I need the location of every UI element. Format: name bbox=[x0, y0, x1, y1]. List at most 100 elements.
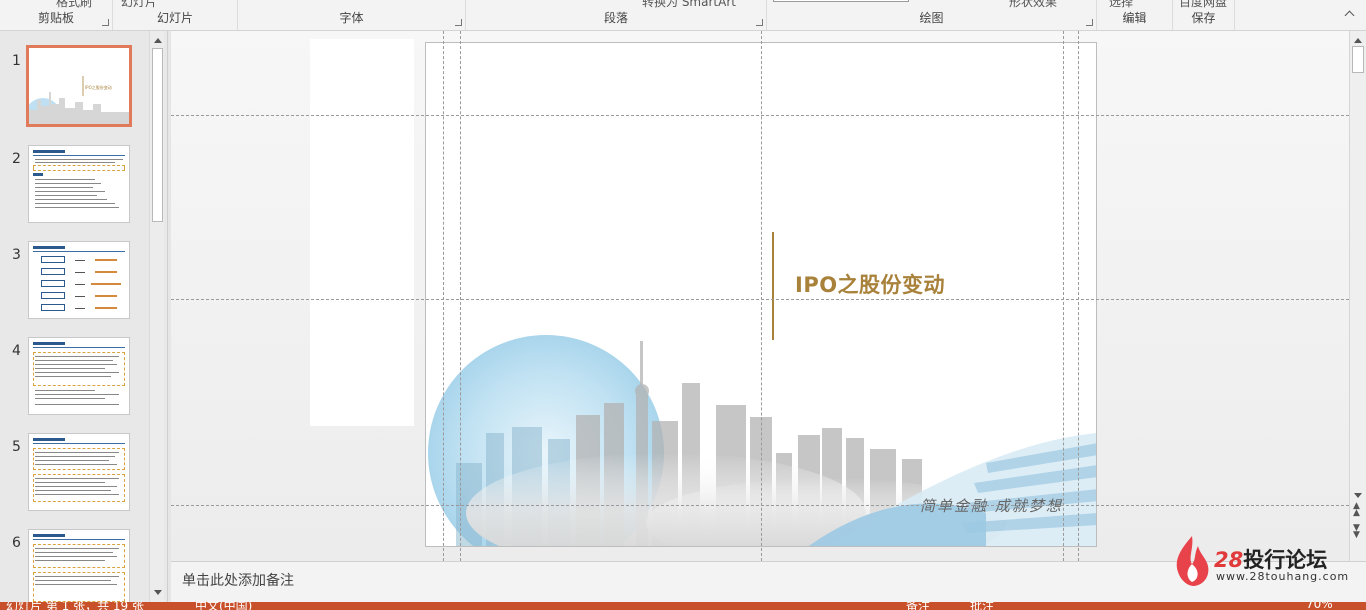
slide-title[interactable]: IPO之股份变动 bbox=[795, 269, 945, 299]
flow-arrow bbox=[75, 272, 85, 273]
flow-label bbox=[95, 259, 117, 261]
ribbon-group-label: 保存 bbox=[1191, 11, 1216, 25]
text-line bbox=[35, 203, 115, 204]
ribbon-group-font: 字体 bbox=[238, 0, 466, 30]
guide-line[interactable] bbox=[443, 31, 444, 561]
guide-line[interactable] bbox=[460, 31, 461, 561]
text-line bbox=[35, 482, 105, 483]
thumbnail-number: 6 bbox=[12, 535, 21, 551]
text-line bbox=[35, 478, 119, 479]
slide-thumbnail-6[interactable] bbox=[28, 529, 130, 607]
thumbnail-number: 2 bbox=[12, 151, 21, 167]
slide-thumbnail-5[interactable] bbox=[28, 433, 130, 511]
thumbnail-rule bbox=[33, 443, 125, 444]
ribbon-group-label: 字体 bbox=[339, 11, 364, 25]
thumbnail-heading-bar bbox=[33, 534, 65, 537]
text-line bbox=[35, 576, 119, 577]
thumbnail-item[interactable]: 1 IPO之股份变动 bbox=[0, 45, 150, 129]
text-line bbox=[35, 187, 93, 188]
collapse-ribbon-icon[interactable] bbox=[1344, 10, 1356, 22]
slide-thumbnail-4[interactable] bbox=[28, 337, 130, 415]
status-bar: 幻灯片 第 1 张，共 19 张 中文(中国) 备注 批注 70% bbox=[0, 602, 1366, 610]
text-line bbox=[35, 364, 117, 365]
dashed-box bbox=[33, 165, 125, 171]
guide-line[interactable] bbox=[171, 505, 1349, 506]
slide-thumbnail-2[interactable] bbox=[28, 145, 130, 223]
text-line bbox=[35, 191, 105, 192]
flow-label bbox=[95, 295, 117, 297]
text-line bbox=[35, 183, 101, 184]
notes-toggle-button[interactable]: 备注 bbox=[906, 602, 930, 610]
thumbnail-rule bbox=[33, 539, 125, 540]
flow-arrow bbox=[75, 308, 85, 309]
thumbnail-item[interactable]: 3 bbox=[0, 241, 150, 323]
scrollbar-thumb[interactable] bbox=[1352, 46, 1364, 73]
text-line bbox=[35, 398, 105, 399]
flow-box bbox=[41, 304, 65, 311]
scroll-down-icon[interactable] bbox=[1351, 488, 1364, 502]
dialog-launcher-icon[interactable] bbox=[455, 19, 462, 26]
text-line bbox=[35, 580, 111, 581]
scrollbar-thumb[interactable] bbox=[152, 48, 163, 222]
flow-arrow bbox=[75, 296, 85, 297]
guide-line[interactable] bbox=[1063, 31, 1064, 561]
thumbnail-subheading bbox=[33, 173, 43, 176]
ribbon-group-label: 剪贴板 bbox=[37, 11, 74, 25]
dialog-launcher-icon[interactable] bbox=[1086, 19, 1093, 26]
text-line bbox=[35, 356, 119, 357]
guide-line[interactable] bbox=[1078, 31, 1079, 561]
thumbnail-item[interactable]: 4 bbox=[0, 337, 150, 419]
powerpoint-window: 格式刷 剪贴板 幻灯片 幻灯片 字体 转换为 SmartArt 段落 形状效果 … bbox=[0, 0, 1366, 610]
slide-editing-area[interactable]: IPO之股份变动 简单金融 成就梦想 bbox=[171, 31, 1349, 561]
thumbnail-scrollbar[interactable] bbox=[149, 31, 164, 602]
text-line bbox=[35, 486, 117, 487]
slide-scrollbar[interactable]: ▲ ▲ ▼ ▼ bbox=[1349, 31, 1366, 561]
guide-line[interactable] bbox=[171, 299, 1349, 300]
ribbon-group-label: 绘图 bbox=[919, 11, 944, 25]
zoom-level[interactable]: 70% bbox=[1306, 602, 1333, 610]
thumbnail-number: 1 bbox=[12, 53, 21, 69]
dialog-launcher-icon[interactable] bbox=[756, 19, 763, 26]
text-line bbox=[35, 159, 123, 160]
thumbnail-number: 5 bbox=[12, 439, 21, 455]
offslide-object[interactable] bbox=[310, 39, 414, 426]
text-line bbox=[35, 179, 95, 180]
dialog-launcher-icon[interactable] bbox=[102, 19, 109, 26]
scroll-up-icon[interactable] bbox=[151, 33, 164, 47]
title-accent-rule bbox=[772, 232, 774, 340]
text-line bbox=[35, 490, 111, 491]
watermark-number: 28 bbox=[1214, 548, 1244, 572]
comments-toggle-button[interactable]: 批注 bbox=[970, 602, 994, 610]
thumbnail-cityscape-image: IPO之股份变动 bbox=[29, 48, 129, 124]
text-line bbox=[35, 552, 113, 553]
thumbnail-item[interactable]: 6 bbox=[0, 529, 150, 610]
text-line bbox=[35, 207, 119, 208]
text-line bbox=[35, 404, 119, 405]
shapes-gallery[interactable] bbox=[773, 0, 909, 2]
text-line bbox=[35, 394, 119, 395]
ribbon-group-editing: 选择 编辑 bbox=[1097, 0, 1173, 30]
slide-thumbnail-3[interactable] bbox=[28, 241, 130, 319]
flow-label bbox=[91, 283, 121, 285]
thumbnail-item[interactable]: 5 bbox=[0, 433, 150, 515]
notes-placeholder[interactable]: 单击此处添加备注 bbox=[182, 570, 294, 590]
thumbnail-number: 3 bbox=[12, 247, 21, 263]
text-line bbox=[35, 452, 119, 453]
language-indicator[interactable]: 中文(中国) bbox=[195, 602, 252, 610]
ribbon-group-label: 幻灯片 bbox=[156, 11, 193, 25]
scroll-down-icon[interactable] bbox=[151, 585, 164, 599]
thumbnail-item[interactable]: 2 bbox=[0, 145, 150, 227]
scroll-up-icon[interactable] bbox=[1351, 33, 1364, 47]
guide-line[interactable] bbox=[171, 115, 1349, 116]
watermark-logo: 28投行论坛 www.28touhang.com bbox=[1168, 532, 1358, 588]
text-line bbox=[35, 390, 95, 391]
text-line bbox=[35, 360, 113, 361]
ribbon-group-clipboard: 格式刷 剪贴板 bbox=[0, 0, 113, 30]
text-line bbox=[35, 376, 111, 377]
guide-line[interactable] bbox=[761, 31, 762, 561]
previous-slide-icon[interactable]: ▲ ▲ bbox=[1353, 502, 1360, 518]
thumbnail-rule bbox=[33, 347, 125, 348]
slide-thumbnail-pane: 1 IPO之股份变动 2 3 4 5 6 bbox=[0, 31, 168, 607]
slide-thumbnail-1[interactable]: IPO之股份变动 bbox=[26, 45, 132, 127]
thumbnail-heading-bar bbox=[33, 438, 65, 441]
